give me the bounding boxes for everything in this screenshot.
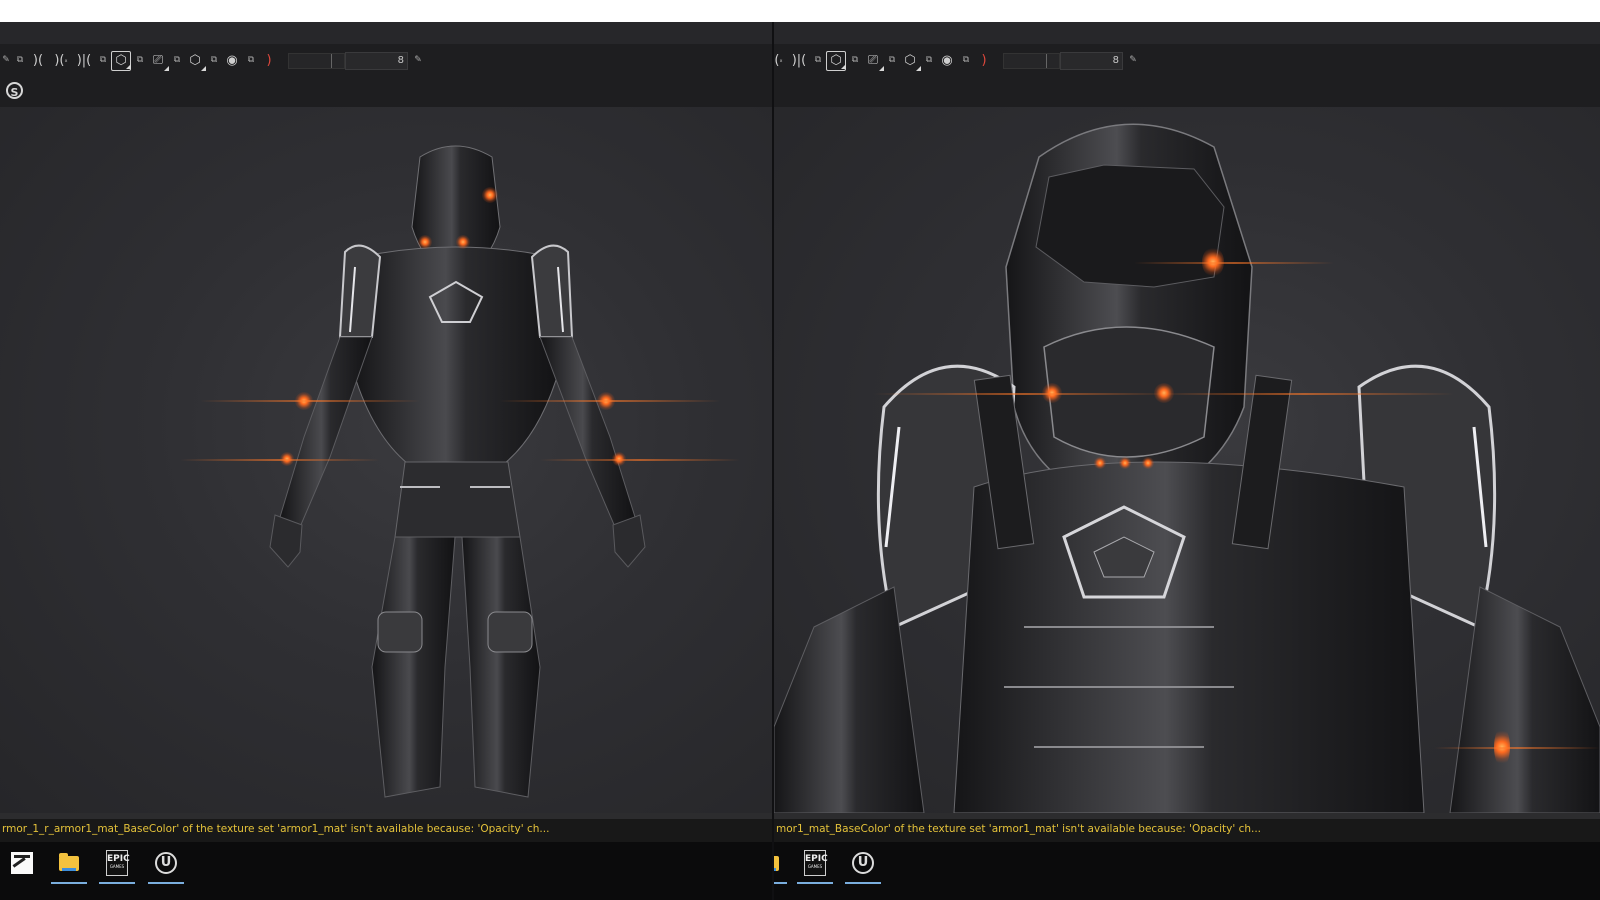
render-mode-icon[interactable]: ⬡ (111, 50, 131, 71)
eye-glow-right (456, 235, 470, 249)
substance-logo-icon[interactable]: S (6, 82, 23, 99)
helmet-light (482, 187, 498, 203)
bracket-icon[interactable]: ) (974, 50, 994, 72)
camera-icon[interactable]: ⎚ (863, 50, 884, 72)
lens-flare (1134, 262, 1334, 264)
size-slider[interactable] (1003, 52, 1060, 69)
screenshot-icon[interactable]: ◉ (222, 50, 242, 72)
brush-icon[interactable]: )( (28, 50, 48, 72)
cube-icon[interactable]: ⬡ (185, 50, 206, 72)
popout-icon[interactable]: ⧉ (171, 50, 183, 72)
popout-icon[interactable]: ⧉ (923, 50, 935, 72)
3d-viewport-closeup[interactable] (774, 107, 1600, 813)
size-input[interactable]: 8 (345, 51, 408, 70)
popout-icon[interactable]: ⧉ (208, 50, 220, 72)
lens-flare (200, 400, 420, 402)
taskbar: EPIC GAMES U (0, 842, 774, 900)
symmetry-icon[interactable]: )|( (789, 50, 809, 72)
taskbar-zbrush[interactable] (3, 846, 41, 880)
taskbar: EPIC GAMES U (774, 842, 1600, 900)
armor-model-closeup (774, 123, 1600, 813)
console-warning-text: mor1_mat_BaseColor' of the texture set '… (776, 823, 1262, 835)
popout-icon[interactable]: ⧉ (134, 50, 146, 72)
popout-icon[interactable]: ⧉ (849, 50, 861, 72)
popout-icon[interactable]: ⧉ (960, 50, 972, 72)
cube-icon[interactable]: ⬡ (900, 50, 921, 72)
bracket-icon[interactable]: ) (259, 50, 279, 72)
screenshot-icon[interactable]: ◉ (937, 50, 957, 72)
left-viewport-window: ✎ ⧉ )( )(ₓ )|( ⧉ ⬡ ⧉ ⎚ ⧉ ⬡ ⧉ ◉ ⧉ ) 8 ✎ S (0, 22, 774, 900)
taskbar-file-explorer[interactable] (50, 846, 88, 884)
taskbar-unreal-engine[interactable]: U (844, 846, 882, 884)
viewport-toolbar: )(ₓ )|( ⧉ ⬡ ⧉ ⎚ ⧉ ⬡ ⧉ ◉ ⧉ ) 8 ✎ (774, 44, 1600, 77)
lens-flare (874, 393, 1174, 395)
popout-icon[interactable]: ⧉ (97, 50, 109, 72)
render-mode-icon[interactable]: ⬡ (826, 50, 846, 71)
taskbar-epic-games[interactable]: EPIC GAMES (796, 846, 834, 884)
window-title-strip (774, 22, 1600, 44)
3d-viewport[interactable] (0, 107, 774, 813)
right-viewport-window: )(ₓ )|( ⧉ ⬡ ⧉ ⎚ ⧉ ⬡ ⧉ ◉ ⧉ ) 8 ✎ (774, 22, 1600, 900)
smudge-icon[interactable]: )(ₓ (51, 50, 71, 72)
popout-icon[interactable]: ⧉ (886, 50, 898, 72)
unreal-engine-icon: U (155, 852, 177, 874)
taskbar-unreal-engine[interactable]: U (147, 846, 185, 884)
zbrush-icon (11, 852, 33, 874)
secondary-toolbar (774, 77, 1600, 107)
epic-games-icon: EPIC GAMES (106, 850, 130, 876)
size-input[interactable]: 8 (1060, 51, 1123, 70)
lens-flare (1434, 747, 1600, 749)
epic-games-icon: EPIC GAMES (804, 850, 828, 876)
popout-icon[interactable]: ⧉ (245, 50, 257, 72)
size-slider[interactable] (288, 52, 345, 69)
camera-icon[interactable]: ⎚ (148, 50, 169, 72)
viewport-toolbar: ✎ ⧉ )( )(ₓ )|( ⧉ ⬡ ⧉ ⎚ ⧉ ⬡ ⧉ ◉ ⧉ ) 8 ✎ (0, 44, 774, 77)
popout-icon[interactable]: ⧉ (812, 50, 824, 72)
mouth-light (1094, 457, 1106, 469)
window-title-strip (0, 22, 774, 44)
eye-glow-left (418, 235, 432, 249)
pen-icon[interactable]: ✎ (0, 50, 12, 72)
lens-flare (180, 459, 380, 461)
unreal-engine-icon: U (852, 852, 874, 874)
mouth-light (1119, 457, 1131, 469)
smudge-icon[interactable]: )(ₓ (774, 50, 786, 72)
taskbar-epic-games[interactable]: EPIC GAMES (98, 846, 136, 884)
file-explorer-icon (59, 852, 79, 871)
edit-icon[interactable]: ✎ (412, 50, 424, 72)
taskbar-file-explorer[interactable] (774, 846, 788, 884)
symmetry-icon[interactable]: )|( (74, 50, 94, 72)
lens-flare (1154, 393, 1454, 395)
lens-flare (500, 400, 720, 402)
secondary-toolbar: S (0, 77, 774, 107)
console-warning-text: rmor_1_r_armor1_mat_BaseColor' of the te… (2, 823, 550, 835)
mouth-light (1142, 457, 1154, 469)
console-bar: mor1_mat_BaseColor' of the texture set '… (774, 813, 1600, 842)
lens-flare (540, 459, 740, 461)
file-explorer-icon (774, 855, 779, 871)
console-bar: rmor_1_r_armor1_mat_BaseColor' of the te… (0, 813, 774, 842)
edit-icon[interactable]: ✎ (1127, 50, 1139, 72)
popout-icon[interactable]: ⧉ (14, 50, 26, 72)
